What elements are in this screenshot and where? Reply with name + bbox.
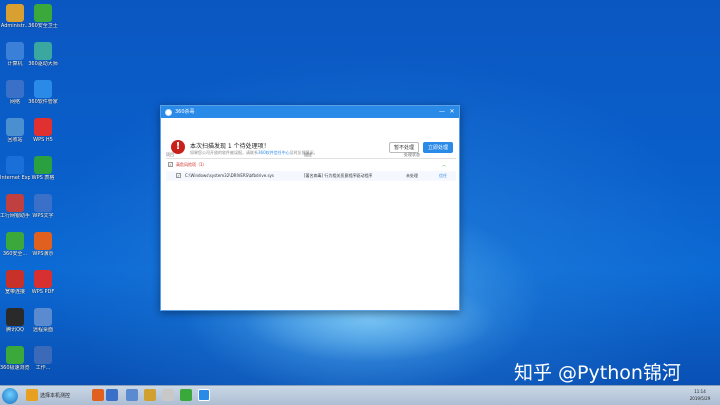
row-status: 未处理 (406, 173, 418, 178)
desktop-icon-label: 工作... (35, 365, 51, 371)
desktop-icon-label: 网络 (9, 99, 20, 105)
desktop-icon-label: WPS文字 (32, 213, 54, 219)
360-logo-icon (165, 109, 172, 116)
desktop-icon[interactable]: 腾讯QQ (0, 308, 30, 333)
desktop-icon-label: 360极速浏览器 (0, 365, 30, 371)
desktop-icon[interactable]: 工行网银助手 (0, 194, 30, 219)
desktop-icon[interactable]: 360安全... (0, 232, 30, 257)
dialog-title: 360杀毒 (175, 109, 195, 115)
desktop-icon[interactable]: 360软件管家 (28, 80, 58, 105)
app-icon (6, 118, 24, 136)
desktop-icon-label: WPS PDF (31, 289, 55, 295)
desktop-icon-label: WPS H5 (33, 137, 53, 143)
desktop-icon-label: WPS 表格 (31, 175, 55, 181)
desktop-icon[interactable]: 360安全卫士 (28, 4, 58, 29)
scan-result-dialog: 360杀毒 — ✕ ! 本次扫描发现 1 个待处理项！ 如果您公司开放的软件被误… (160, 105, 460, 311)
app-icon[interactable] (106, 389, 118, 401)
app-icon (6, 346, 24, 364)
app-icon (34, 194, 52, 212)
app-icon (34, 80, 52, 98)
app-icon (6, 194, 24, 212)
taskbar-item[interactable]: 选择本机测控 (40, 389, 70, 403)
desktop-icon-label: 远程桌面 (32, 327, 53, 333)
minimize-button[interactable]: — (437, 106, 447, 118)
desktop-icon[interactable]: 远程桌面 (28, 308, 58, 333)
desktop-icon[interactable]: 360驱动大师 (28, 42, 58, 67)
app-icon (34, 42, 52, 60)
desktop-icon-label: 360安全... (2, 251, 28, 257)
app-icon (6, 232, 24, 250)
app-icon (6, 80, 24, 98)
desktop-icon[interactable]: WPS 表格 (28, 156, 58, 181)
desktop-icon-label: Internet Explorer (0, 175, 30, 181)
group-checkbox[interactable]: ✓ (168, 162, 173, 167)
clock[interactable]: 11:14 2019/5/29 (684, 388, 716, 402)
desktop-icon[interactable]: Internet Explorer (0, 156, 30, 181)
col-desc: 描述 (304, 152, 312, 157)
desktop-icon-label: 360驱动大师 (28, 61, 58, 67)
desktop-icon[interactable]: WPS PDF (28, 270, 58, 295)
desktop-icon-label: 回收站 (7, 137, 23, 143)
desktop-icon[interactable]: Administr... (0, 4, 30, 29)
clock-time: 11:14 (694, 389, 706, 394)
desktop-icon[interactable]: 360极速浏览器 (0, 346, 30, 371)
watermark: 知乎 @Python锦河 (514, 362, 681, 384)
app-icon (34, 156, 52, 174)
desktop-icon[interactable]: 回收站 (0, 118, 30, 143)
media-icon[interactable] (144, 389, 156, 401)
group-label: 高危风险项（1） (176, 162, 207, 167)
app-icon (34, 232, 52, 250)
app-icon (34, 4, 52, 22)
desktop-icon-label: 计算机 (7, 61, 23, 67)
row-desc: [著名病毒] 行为相关恶意程序驱动程序 (304, 173, 373, 178)
desktop-icon[interactable]: WPS文字 (28, 194, 58, 219)
collapse-icon[interactable]: ︿ (442, 160, 446, 169)
start-button[interactable] (2, 388, 18, 404)
trust-link[interactable]: 信任 (439, 171, 447, 181)
360-antivirus-icon[interactable] (198, 389, 210, 401)
window-icon[interactable] (162, 389, 174, 401)
desktop-icon[interactable]: WPS演示 (28, 232, 58, 257)
desktop-icon-label: 腾讯QQ (6, 327, 24, 333)
desktop-icon[interactable]: 宽带连接 (0, 270, 30, 295)
folder-icon[interactable] (126, 389, 138, 401)
app-icon (6, 156, 24, 174)
desktop-icon-label: 工行网银助手 (0, 213, 30, 219)
desktop-icon[interactable]: WPS H5 (28, 118, 58, 143)
app-icon (6, 308, 24, 326)
desktop-icon-label: 360软件管家 (28, 99, 58, 105)
app-icon (34, 308, 52, 326)
col-status: 处理状态 (404, 152, 420, 157)
dialog-titlebar[interactable]: 360杀毒 — ✕ (161, 106, 459, 118)
table-header: 项目 描述 处理状态 (166, 151, 456, 159)
desktop-icon[interactable]: 计算机 (0, 42, 30, 67)
desktop-icon-label: 宽带连接 (4, 289, 25, 295)
row-path: C:\Windows\system32\DRIVERS\bfbdrive.sys (185, 173, 274, 178)
taskbar: 选择本机测控 11:14 2019/5/29 (0, 385, 720, 405)
col-item: 项目 (166, 152, 174, 157)
row-checkbox[interactable]: ✓ (176, 173, 181, 178)
app-icon (6, 42, 24, 60)
result-heading: 本次扫描发现 1 个待处理项！ (190, 143, 270, 150)
app-icon (34, 346, 52, 364)
browser-icon[interactable] (26, 389, 38, 401)
desktop-icon-label: 360安全卫士 (28, 23, 58, 29)
desktop-icon-label: Administr... (0, 23, 30, 29)
close-button[interactable]: ✕ (447, 106, 457, 118)
desktop-icon[interactable]: 工作... (28, 346, 58, 371)
high-risk-group[interactable]: ✓ 高危风险项（1） ︿ (166, 160, 456, 169)
360-driver-icon[interactable] (180, 389, 192, 401)
desktop: Administr... 360安全卫士计算机 360驱动大师网络 360软件管家回收… (0, 0, 720, 385)
app-icon (34, 118, 52, 136)
desktop-icon-label: WPS演示 (32, 251, 54, 257)
app-icon (34, 270, 52, 288)
firefox-icon[interactable] (92, 389, 104, 401)
app-icon (6, 270, 24, 288)
clock-date: 2019/5/29 (689, 396, 711, 401)
desktop-icon[interactable]: 网络 (0, 80, 30, 105)
app-icon (6, 4, 24, 22)
table-row: ✓ C:\Windows\system32\DRIVERS\bfbdrive.s… (166, 171, 456, 181)
